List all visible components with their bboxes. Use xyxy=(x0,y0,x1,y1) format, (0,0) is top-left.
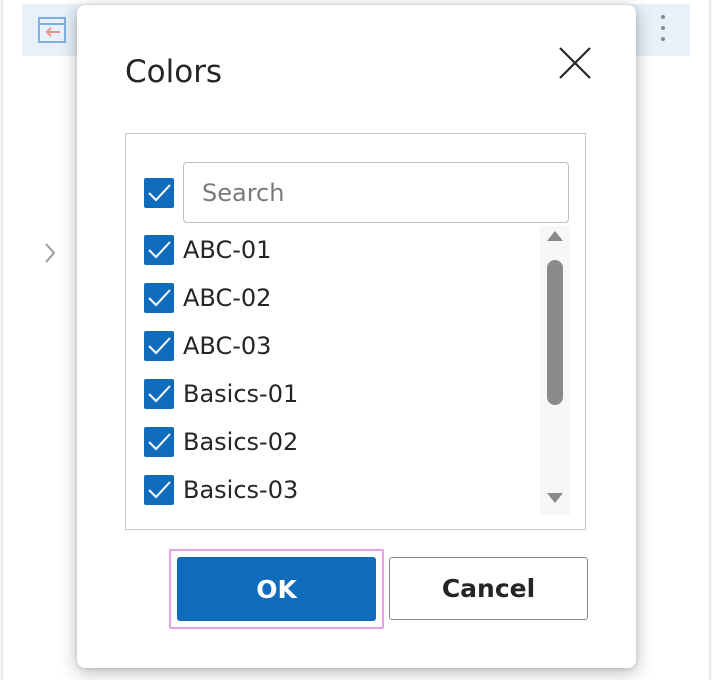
list-item-label[interactable]: ABC-01 xyxy=(183,235,271,265)
list-item-label[interactable]: Basics-03 xyxy=(183,475,298,505)
cancel-button[interactable]: Cancel xyxy=(389,557,588,620)
list-item-label[interactable]: ABC-02 xyxy=(183,283,271,313)
checkmark-icon xyxy=(148,289,171,307)
list-item-label[interactable]: ABC-03 xyxy=(183,331,271,361)
close-icon xyxy=(559,47,591,79)
panel-back-icon[interactable] xyxy=(38,17,66,43)
checkmark-icon xyxy=(148,433,171,451)
checkmark-icon xyxy=(148,241,171,259)
dialog-title: Colors xyxy=(125,54,223,90)
item-checkbox[interactable] xyxy=(144,427,174,457)
color-list: ABC-01 ABC-02 ABC-03 Basics-01 Basics-02… xyxy=(125,133,586,530)
item-checkbox[interactable] xyxy=(144,475,174,505)
item-checkbox[interactable] xyxy=(144,379,174,409)
scroll-down-arrow-icon[interactable] xyxy=(546,492,564,504)
item-checkbox[interactable] xyxy=(144,331,174,361)
checkmark-icon xyxy=(148,481,171,499)
more-vertical-icon[interactable] xyxy=(653,12,673,44)
checkmark-icon xyxy=(148,184,171,202)
item-checkbox[interactable] xyxy=(144,235,174,265)
scroll-up-arrow-icon[interactable] xyxy=(546,230,564,242)
item-checkbox[interactable] xyxy=(144,283,174,313)
list-item-label[interactable]: Basics-02 xyxy=(183,427,298,457)
select-all-checkbox[interactable] xyxy=(144,178,174,208)
list-item-label[interactable]: Basics-01 xyxy=(183,379,298,409)
chevron-right-icon[interactable] xyxy=(42,240,58,266)
scrollbar-thumb[interactable] xyxy=(547,260,563,405)
search-input[interactable] xyxy=(183,162,569,223)
list-scrollbar[interactable] xyxy=(540,226,570,515)
ok-button[interactable]: OK xyxy=(177,557,376,621)
close-button[interactable] xyxy=(555,43,595,83)
colors-dialog: Colors ABC-01 ABC-02 ABC-03 B xyxy=(77,5,636,668)
checkmark-icon xyxy=(148,385,171,403)
checkmark-icon xyxy=(148,337,171,355)
